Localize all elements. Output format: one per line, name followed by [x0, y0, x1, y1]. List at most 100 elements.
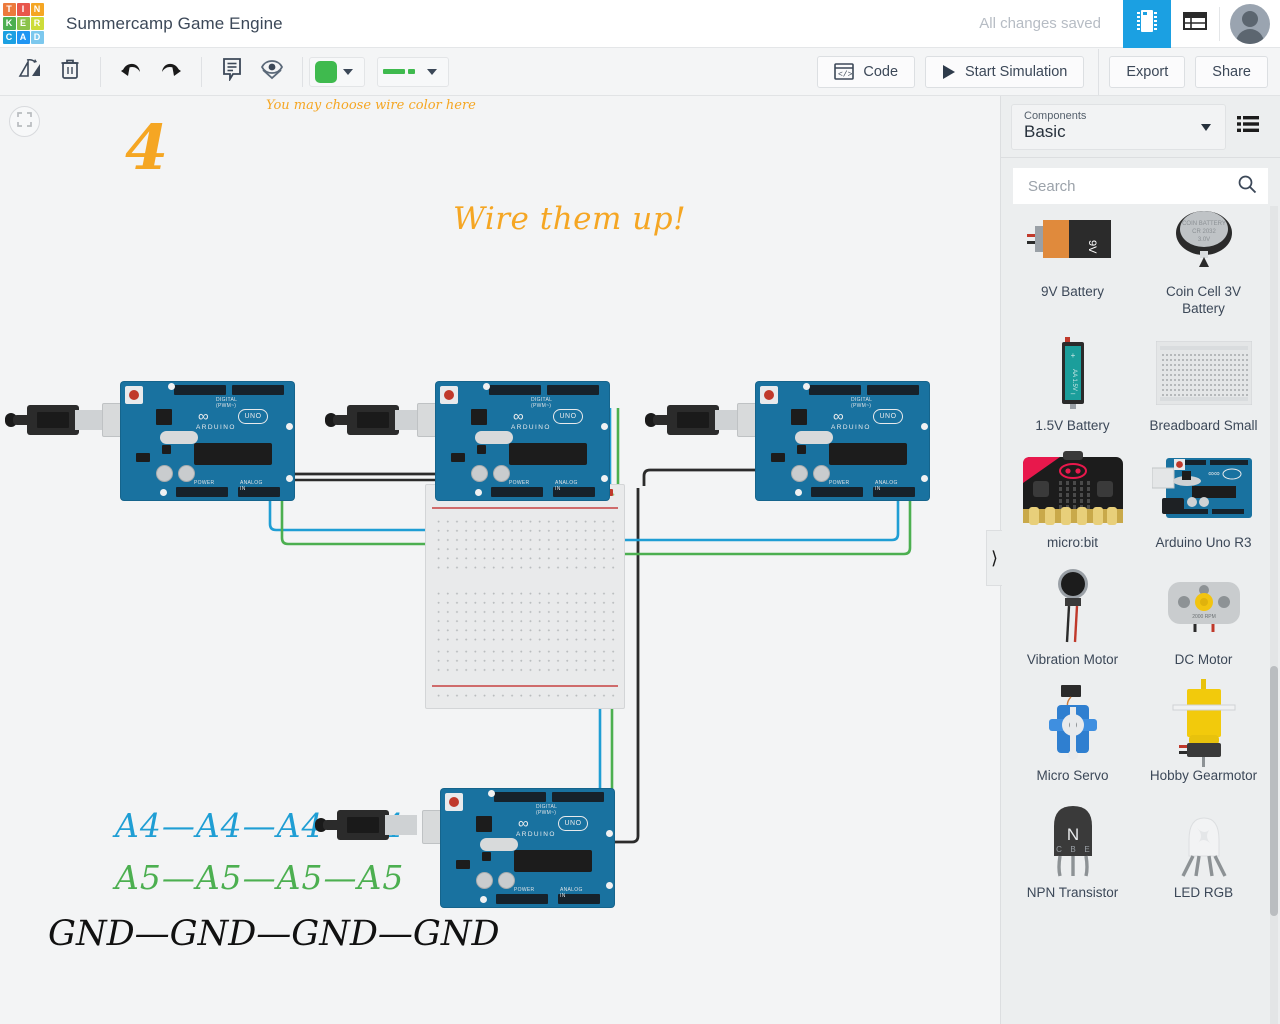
component-item[interactable]: LED RGB — [1138, 795, 1269, 912]
breadboard-rail-red-top — [432, 507, 618, 509]
list-view-button[interactable] — [1171, 0, 1219, 48]
digital-header-left[interactable] — [494, 792, 546, 802]
avatar[interactable] — [1230, 3, 1270, 44]
usb-controller-chip — [156, 409, 172, 425]
silk-digital-label: DIGITAL (PWM~) — [851, 397, 872, 409]
component-item[interactable]: N C B E NPN Transistor — [1007, 795, 1138, 912]
digital-header-left[interactable] — [809, 385, 861, 395]
components-scrollbar[interactable] — [1270, 206, 1278, 1024]
redo-icon — [159, 58, 183, 85]
digital-header-left[interactable] — [489, 385, 541, 395]
save-status: All changes saved — [979, 15, 1101, 32]
digital-header-right[interactable] — [232, 385, 284, 395]
atmega-chip — [194, 443, 272, 465]
export-button-label: Export — [1126, 63, 1169, 80]
undo-button[interactable] — [111, 54, 151, 90]
component-item[interactable]: 2000 RPM DC Motor — [1138, 562, 1269, 679]
usb-controller-chip — [791, 409, 807, 425]
digital-header-right[interactable] — [547, 385, 599, 395]
digital-header-right[interactable] — [867, 385, 919, 395]
notes-button[interactable] — [212, 54, 252, 90]
power-header[interactable] — [176, 487, 228, 497]
circuit-canvas[interactable]: 4 You may choose wire color here Wire th… — [0, 96, 1000, 1024]
mount-hole — [921, 423, 928, 430]
components-grid[interactable]: 9V 9V Battery COIN BATTERY CR 2032 3.0V Coin … — [1001, 206, 1280, 1024]
components-row: 9V 9V Battery COIN BATTERY CR 2032 3.0V Coin … — [1007, 206, 1274, 328]
small-ic — [477, 445, 486, 454]
chevron-down-icon — [427, 68, 437, 75]
small-ic — [162, 445, 171, 454]
component-label: Micro Servo — [1036, 768, 1109, 784]
editor-toolbar: </> Code Start Simulation Export Share — [0, 48, 1280, 96]
wire-color-picker[interactable] — [309, 56, 365, 87]
components-dropdown-label: Components — [1024, 110, 1087, 123]
breadboard-holes-lower — [434, 647, 616, 675]
logo-tile-c: C — [2, 31, 16, 44]
annotation-wire-color-hint: You may choose wire color here — [266, 98, 476, 113]
component-label: Breadboard Small — [1149, 417, 1258, 433]
component-item[interactable]: Hobby Gearmotor — [1138, 678, 1269, 795]
header-divider — [1219, 6, 1220, 41]
power-header[interactable] — [491, 487, 543, 497]
capacitor-1 — [471, 465, 488, 482]
led-rgb-icon — [1142, 801, 1265, 879]
component-item[interactable]: + AA 1.5V – 1.5V Battery — [1007, 328, 1138, 445]
crystal — [480, 838, 518, 851]
digital-header-right[interactable] — [552, 792, 604, 802]
logo-tile-e: E — [16, 17, 30, 30]
components-category-dropdown[interactable]: Components Basic — [1011, 103, 1226, 150]
toolbar-divider-3 — [302, 56, 303, 87]
export-button[interactable]: Export — [1109, 55, 1186, 88]
reset-button[interactable] — [125, 386, 143, 404]
arduino-model-label: UNO — [558, 816, 588, 831]
wire-color-swatch[interactable] — [315, 60, 337, 83]
search-icon[interactable] — [1237, 174, 1257, 199]
visibility-button[interactable] — [252, 54, 292, 90]
reset-button[interactable] — [760, 386, 778, 404]
silk-digital-label: DIGITAL (PWM~) — [536, 804, 557, 816]
mount-hole — [286, 475, 293, 482]
components-panel-header: Components Basic — [1001, 96, 1280, 158]
power-header[interactable] — [811, 487, 863, 497]
small-ic — [797, 445, 806, 454]
component-item[interactable]: micro:bit — [1007, 445, 1138, 562]
redo-button[interactable] — [151, 54, 191, 90]
reset-button[interactable] — [440, 386, 458, 404]
search-input[interactable] — [1028, 177, 1237, 195]
component-item[interactable]: Vibration Motor — [1007, 562, 1138, 679]
component-item[interactable]: ∞∞ Arduino Uno R3 — [1138, 445, 1269, 562]
digital-header-left[interactable] — [174, 385, 226, 395]
reset-button[interactable] — [445, 793, 463, 811]
breadboard-power-row-bottom — [434, 691, 616, 701]
components-scrollbar-thumb[interactable] — [1270, 666, 1278, 916]
component-item[interactable]: 9V 9V Battery — [1007, 206, 1138, 328]
code-button[interactable]: </> Code — [817, 55, 916, 88]
page-title[interactable]: Summercamp Game Engine — [66, 14, 283, 34]
usb-plug — [347, 405, 399, 435]
component-label: LED RGB — [1173, 885, 1234, 901]
mount-hole — [606, 830, 613, 837]
svg-text:COIN BATTERY: COIN BATTERY — [1182, 221, 1226, 227]
npn-transistor-icon: NCBE — [1011, 801, 1134, 879]
delete-button[interactable] — [50, 54, 90, 90]
component-item[interactable]: Micro Servo — [1007, 678, 1138, 795]
tinkercad-logo[interactable]: TIN KER CAD — [0, 0, 46, 48]
component-item[interactable]: COIN BATTERY CR 2032 3.0V Coin Cell 3V Batt… — [1138, 206, 1269, 328]
rotate-button[interactable] — [10, 54, 50, 90]
circuit-view-button[interactable] — [1123, 0, 1171, 48]
panel-collapse-button[interactable]: ⟩ — [986, 530, 1002, 586]
component-item[interactable]: Breadboard Small — [1138, 328, 1269, 445]
wire-style-picker[interactable] — [377, 56, 449, 87]
svg-text:C: C — [1056, 845, 1062, 854]
search-box[interactable] — [1013, 168, 1268, 204]
toolbar-divider-4 — [1098, 48, 1100, 95]
power-header[interactable] — [496, 894, 548, 904]
start-simulation-label: Start Simulation — [965, 63, 1068, 80]
micro-servo-icon — [1011, 684, 1134, 762]
components-row: + AA 1.5V – 1.5V Battery Breadboard Small — [1007, 328, 1274, 445]
components-row: micro:bit ∞∞ Arduino Uno R3 — [1007, 445, 1274, 562]
share-button[interactable]: Share — [1195, 55, 1268, 88]
breadboard[interactable] — [425, 484, 625, 709]
start-simulation-button[interactable]: Start Simulation — [925, 55, 1085, 88]
components-list-view-button[interactable] — [1226, 104, 1270, 150]
